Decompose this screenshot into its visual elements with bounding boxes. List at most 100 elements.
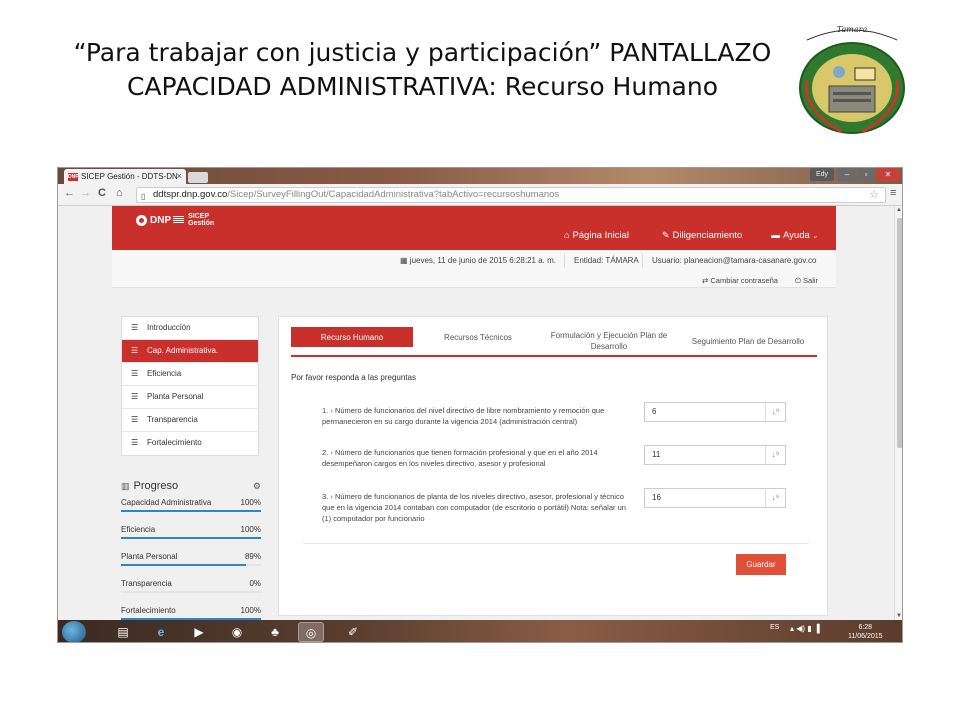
page-scrollbar[interactable]: ▲ ▼ [894,206,902,620]
section-menu: ☰ Introducción ☰ Cap. Administrativa. ☰ Efi… [121,316,259,456]
scroll-down-icon[interactable]: ▼ [896,613,902,619]
internet-explorer-icon[interactable]: e [148,622,174,642]
system-clock[interactable]: 6:28 11/06/2015 [848,623,883,641]
address-bar: ← → C ⌂ ▯ ddtspr.dnp.gov.co/Sicep/Survey… [58,184,902,206]
browser-menu-icon[interactable]: ≡ [890,187,896,199]
progress-value: 100% [240,606,261,615]
question-text: Número de funcionarios de planta de los … [322,492,626,523]
clock-date: 11/06/2015 [848,633,883,640]
chat-icon: ▬ [771,230,780,240]
sidebar-item-fortalecimiento[interactable]: ☰ Fortalecimiento [122,432,258,455]
swap-icon: ⇄ [702,276,709,285]
sicep-logo[interactable]: DNP SICEP Gestión [136,213,214,227]
sidebar-item-label: Transparencia [147,415,198,424]
sidebar-item-label: Planta Personal [147,392,204,401]
sort-numeric-icon[interactable]: ↓⁹ [765,446,785,464]
answer-field-2[interactable]: 11 ↓⁹ [644,445,786,465]
minimize-icon[interactable]: – [838,168,856,181]
info-divider [564,254,565,268]
nav-fill[interactable]: ✎ Diligenciamiento [662,230,742,241]
tray-icons[interactable]: ▴ ◀) ▮ ▐ [790,624,820,633]
tools-icon[interactable]: ✐ [340,622,366,642]
sort-numeric-icon[interactable]: ↓⁹ [765,489,785,507]
forward-icon[interactable]: → [80,187,91,199]
sidebar-item-label: Fortalecimiento [147,438,202,447]
scroll-up-icon[interactable]: ▲ [896,207,902,213]
close-window-icon[interactable]: ✕ [876,168,900,181]
session-date-text: jueves, 11 de junio de 2015 6:28:21 a. m… [409,256,556,265]
list-icon: ☰ [131,438,139,447]
logo-sicep-word: SICEP [188,213,210,220]
progress-label: Fortalecimiento [121,606,176,615]
browser-tab[interactable]: DNP SICEP Gestión - DDTS-DN × [64,169,186,184]
progress-track [121,537,261,539]
progress-panel: ▥ Progreso ⚙ Capacidad Administrativa 100… [121,478,261,620]
scroll-thumb[interactable] [897,218,902,448]
progress-row: Capacidad Administrativa 100% [121,498,261,525]
language-indicator[interactable]: ES [770,624,779,631]
slide: “Para trabajar con justicia y participac… [0,0,960,720]
chevron-right-icon: › [330,492,333,501]
progress-value: 0% [249,579,261,588]
url-field[interactable]: ▯ ddtspr.dnp.gov.co/Sicep/SurveyFillingO… [136,187,886,203]
question-number: 2. [322,448,329,457]
answer-field-1[interactable]: 6 ↓⁹ [644,402,786,422]
tab-recursos-tecnicos[interactable]: Recursos Técnicos [419,327,537,347]
dnp-seal-icon [136,214,147,226]
progress-value: 89% [244,552,261,561]
change-password-link[interactable]: ⇄ Cambiar contraseña [702,276,778,285]
logo-sicep-text: SICEP Gestión [188,213,214,227]
progress-row: Transparencia 0% [121,579,261,606]
logout-link[interactable]: ⏻ Salir [795,276,818,286]
gear-icon[interactable]: ⚙ [253,478,261,494]
progress-fill [121,537,261,539]
progress-row: Planta Personal 89% [121,552,261,579]
tab-recurso-humano[interactable]: Recurso Humano [291,327,413,347]
home-icon[interactable]: ⌂ [116,187,123,199]
sidebar-item-transparencia[interactable]: ☰ Transparencia [122,409,258,432]
close-tab-icon[interactable]: × [177,169,182,184]
progress-row: Eficiencia 100% [121,525,261,552]
logo-gestion-word: Gestión [188,220,215,227]
app-icon[interactable]: ◉ [224,622,250,642]
question-number: 3. [322,492,329,501]
media-player-icon[interactable]: ▶ [186,622,212,642]
browser-user-button[interactable]: Edy [810,168,834,181]
nav-home[interactable]: ⌂ Página Inicial [564,230,629,241]
session-date: ▦ jueves, 11 de junio de 2015 6:28:21 a.… [400,256,556,265]
sidebar-item-eficiencia[interactable]: ☰ Eficiencia [122,363,258,386]
start-button-icon[interactable] [62,621,86,642]
sidebar-item-cap-administrativa[interactable]: ☰ Cap. Administrativa. [122,340,258,363]
progress-label: Eficiencia [121,525,156,534]
tab-formulacion-plan[interactable]: Formulación y Ejecución Plan de Desarrol… [547,327,671,355]
dnp-favicon-icon: DNP [68,172,79,181]
new-tab-button[interactable] [188,172,208,183]
file-explorer-icon[interactable]: ▤ [110,622,136,642]
progress-label: Transparencia [121,579,172,588]
progress-value: 100% [240,498,261,507]
tab-seguimiento-plan[interactable]: Seguimiento Plan de Desarrollo [689,327,807,355]
question-text: Número de funcionarios del nivel directi… [322,406,605,426]
save-button[interactable]: Guardar [736,554,786,575]
url-path: /Sicep/SurveyFillingOut/CapacidadAdminis… [227,189,560,200]
sidebar-item-label: Introducción [147,323,191,332]
sidebar-item-planta-personal[interactable]: ☰ Planta Personal [122,386,258,409]
change-password-label: Cambiar contraseña [710,276,778,285]
question-2: 2. › Número de funcionarios que tienen f… [322,447,627,469]
reload-icon[interactable]: C [98,187,106,199]
browser-tabbar: DNP SICEP Gestión - DDTS-DN × Edy – ▫ ✕ [58,168,902,184]
users-icon[interactable]: ♣ [262,622,288,642]
list-icon: ☰ [131,323,139,332]
progress-track [121,591,261,593]
answer-field-3[interactable]: 16 ↓⁹ [644,488,786,508]
clock-time: 6:28 [858,624,873,631]
bookmark-star-icon[interactable]: ☆ [869,188,879,202]
nav-help[interactable]: ▬ Ayuda ⌄ [771,230,818,241]
sort-numeric-icon[interactable]: ↓⁹ [765,403,785,421]
sidebar-item-introduccion[interactable]: ☰ Introducción [122,317,258,340]
tab-title: SICEP Gestión - DDTS-DN [81,172,178,181]
maximize-icon[interactable]: ▫ [857,168,875,181]
survey-panel: Recurso Humano Recursos Técnicos Formula… [278,316,828,616]
chrome-icon[interactable]: ◎ [298,622,324,642]
back-icon[interactable]: ← [64,187,75,199]
